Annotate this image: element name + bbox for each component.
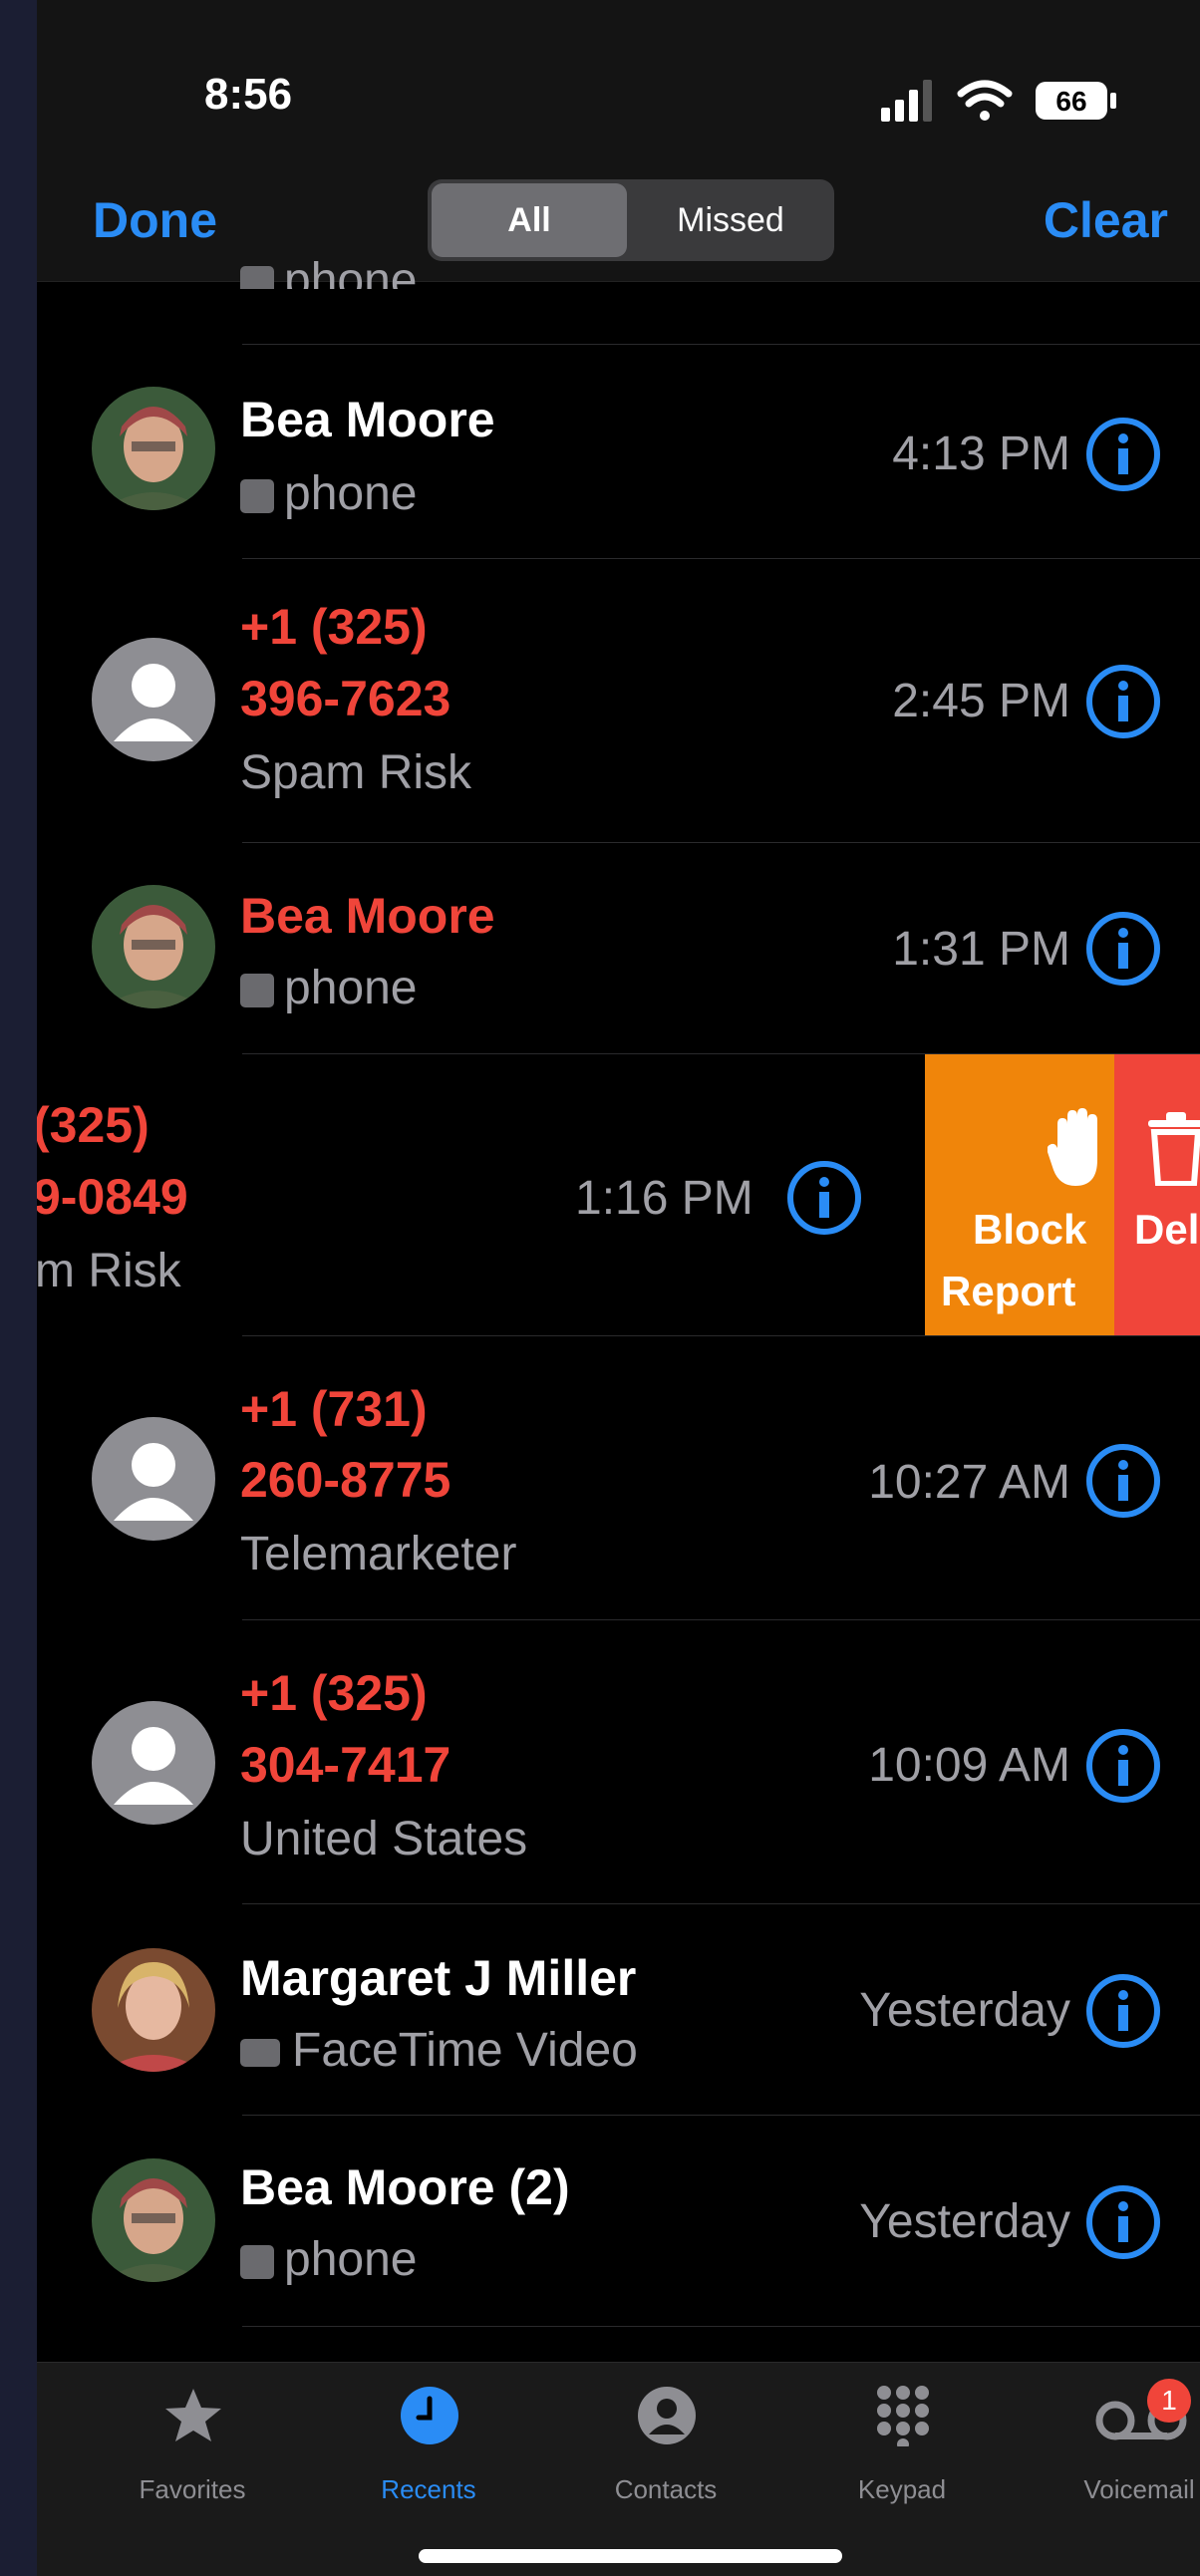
call-type-text: FaceTime Video xyxy=(292,2024,638,2077)
info-icon[interactable] xyxy=(1085,911,1161,987)
info-icon[interactable] xyxy=(1085,1728,1161,1804)
status-icons: 66 xyxy=(881,80,1116,122)
contact-photo xyxy=(92,387,215,510)
call-type: FaceTime Video xyxy=(240,2023,638,2078)
checkbox-icon xyxy=(240,2245,274,2280)
delete-label: Del xyxy=(1134,1206,1200,1253)
call-time: 10:27 AM xyxy=(868,1456,1070,1509)
tab-label: Recents xyxy=(381,2474,476,2504)
segmented-control: All Missed xyxy=(428,179,834,261)
tab-label: Favorites xyxy=(139,2474,246,2504)
divider xyxy=(242,1903,1200,1904)
tab-label: Contacts xyxy=(614,2474,718,2504)
caller-number-line2: 9-0849 xyxy=(37,1169,188,1225)
tab-label: Voicemail xyxy=(1083,2474,1195,2504)
cellular-signal-icon xyxy=(881,80,932,122)
tab-keypad[interactable]: Keypad xyxy=(792,2363,1012,2576)
battery-icon: 66 xyxy=(1036,82,1116,120)
call-time: 10:09 AM xyxy=(868,1739,1070,1792)
call-time: 1:31 PM xyxy=(892,923,1070,976)
info-icon[interactable] xyxy=(1085,2184,1161,2260)
caller-number-line1: (325) xyxy=(37,1097,150,1153)
divider xyxy=(242,344,1200,345)
contact-photo xyxy=(92,885,215,1008)
partial-row-sub: phone xyxy=(240,261,417,289)
checkbox-icon xyxy=(240,974,274,1008)
tab-label: Keypad xyxy=(857,2474,947,2504)
block-label: Block xyxy=(973,1206,1087,1253)
contact-name: Bea Moore xyxy=(240,888,495,944)
contact-photo xyxy=(92,2158,215,2282)
call-type-text: phone xyxy=(284,467,418,520)
person-circle-icon xyxy=(638,2387,696,2444)
voicemail-badge: 1 xyxy=(1147,2379,1191,2423)
contact-photo xyxy=(92,1948,215,2072)
divider xyxy=(242,2326,1200,2327)
wifi-icon xyxy=(957,80,1013,121)
info-icon[interactable] xyxy=(786,1160,862,1236)
checkbox-icon xyxy=(240,266,274,289)
segment-all[interactable]: All xyxy=(432,183,627,257)
call-type: phone xyxy=(240,961,417,1015)
info-icon[interactable] xyxy=(1085,1443,1161,1519)
contact-name: Margaret J Miller xyxy=(240,1950,637,2006)
caller-number-line2: 396-7623 xyxy=(240,671,451,726)
caller-number-line1: +1 (325) xyxy=(240,599,428,655)
info-icon[interactable] xyxy=(1085,417,1161,492)
caller-number-line2: 260-8775 xyxy=(240,1452,451,1508)
info-icon[interactable] xyxy=(1085,1973,1161,2049)
caller-number-line1: +1 (325) xyxy=(240,1665,428,1721)
contact-placeholder-icon xyxy=(92,638,215,761)
call-type-text: phone xyxy=(284,2233,418,2286)
tab-recents[interactable]: Recents xyxy=(319,2363,538,2576)
contact-name: Bea Moore xyxy=(240,392,495,447)
call-time: 1:16 PM xyxy=(575,1172,753,1225)
star-icon xyxy=(165,2389,221,2441)
caller-number-line2: 304-7417 xyxy=(240,1737,451,1793)
contact-placeholder-icon xyxy=(92,1701,215,1825)
tab-favorites[interactable]: Favorites xyxy=(83,2363,302,2576)
home-indicator[interactable] xyxy=(419,2549,842,2563)
divider xyxy=(242,842,1200,843)
call-type-text: phone xyxy=(284,962,418,1014)
block-report-button[interactable]: Block Report xyxy=(925,1054,1114,1335)
contact-placeholder-icon xyxy=(92,1417,215,1541)
report-label: Report xyxy=(941,1268,1076,1314)
call-label: m Risk xyxy=(37,1245,181,1297)
info-icon[interactable] xyxy=(1085,664,1161,739)
checkbox-icon xyxy=(240,479,274,514)
tab-bar: Favorites Recents Contacts Keypad 1 Voic… xyxy=(37,2362,1200,2576)
segment-missed[interactable]: Missed xyxy=(631,183,830,257)
video-camera-icon xyxy=(240,2039,280,2068)
clock-icon xyxy=(401,2387,458,2444)
call-time: 2:45 PM xyxy=(892,675,1070,727)
done-button[interactable]: Done xyxy=(93,191,217,249)
call-label: United States xyxy=(240,1813,528,1865)
call-time: 4:13 PM xyxy=(892,428,1070,480)
divider xyxy=(242,558,1200,559)
partial-row-sub-text: phone xyxy=(284,261,418,289)
call-type: phone xyxy=(240,2232,417,2287)
divider xyxy=(242,1335,1200,1336)
divider xyxy=(242,1619,1200,1620)
tab-contacts[interactable]: Contacts xyxy=(556,2363,775,2576)
clear-button[interactable]: Clear xyxy=(1044,191,1168,249)
call-time: Yesterday xyxy=(859,1984,1070,2037)
caller-number-line1: +1 (731) xyxy=(240,1381,428,1437)
delete-button[interactable]: Del xyxy=(1114,1054,1200,1335)
call-type: phone xyxy=(240,466,417,521)
trash-icon xyxy=(1148,1112,1200,1186)
contact-name: Bea Moore (2) xyxy=(240,2159,570,2215)
keypad-icon xyxy=(877,2386,929,2446)
call-label: Telemarketer xyxy=(240,1528,517,1580)
call-time: Yesterday xyxy=(859,2195,1070,2248)
call-label: Spam Risk xyxy=(240,746,472,799)
status-time: 8:56 xyxy=(204,70,293,119)
battery-level: 66 xyxy=(1055,86,1086,117)
phone-screen: 8:56 66 Done All Missed Clear phone Bea … xyxy=(37,0,1200,2576)
hand-raised-icon xyxy=(1048,1108,1097,1186)
tab-voicemail[interactable]: 1 Voicemail xyxy=(1030,2363,1200,2576)
divider xyxy=(242,2115,1200,2116)
